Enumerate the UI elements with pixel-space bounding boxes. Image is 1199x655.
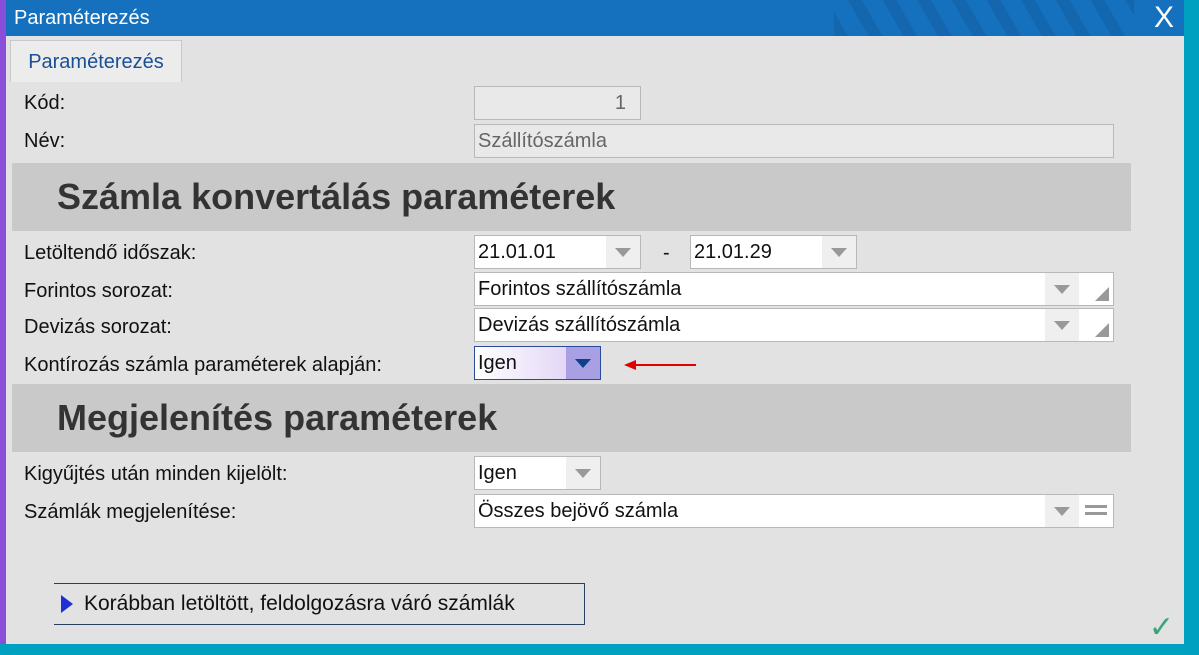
nev-field[interactable]: Szállítószámla — [474, 124, 1114, 158]
forint-dropdown[interactable]: Forintos szállítószámla — [474, 272, 1114, 306]
title-bar: Paraméterezés X — [6, 0, 1184, 36]
resize-icon[interactable] — [1095, 287, 1109, 301]
section-heading: Megjelenítés paraméterek — [12, 384, 1131, 452]
chevron-down-icon[interactable] — [606, 236, 640, 268]
expander-label: Korábban letöltött, feldolgozásra váró s… — [84, 592, 515, 615]
megjelenites-dropdown[interactable]: Összes bejövő számla — [474, 494, 1114, 528]
kigyujtes-value: Igen — [478, 462, 517, 484]
chevron-down-icon[interactable] — [1045, 273, 1079, 305]
period-label: Letöltendő időszak: — [24, 242, 197, 264]
nev-label: Név: — [24, 130, 66, 152]
megjelenites-value: Összes bejövő számla — [478, 500, 679, 522]
chevron-down-icon[interactable]: #kdd::after{} — [566, 347, 600, 379]
forint-label: Forintos sorozat: — [24, 280, 173, 302]
tab-parameterezes[interactable]: Paraméterezés — [10, 40, 182, 82]
window-title: Paraméterezés — [14, 7, 150, 29]
chevron-down-icon[interactable] — [566, 457, 600, 489]
kod-label: Kód: — [24, 92, 66, 114]
period-to-dropdown[interactable]: 21.01.29 — [690, 235, 857, 269]
kigyujtes-dropdown[interactable]: Igen — [474, 456, 601, 490]
chevron-down-icon[interactable] — [1045, 495, 1079, 527]
forint-value: Forintos szállítószámla — [478, 278, 682, 300]
megjelenites-label: Számlák megjelenítése: — [24, 501, 237, 523]
kontir-label: Kontírozás számla paraméterek alapján: — [24, 354, 382, 376]
period-from-value: 21.01.01 — [478, 241, 556, 263]
kod-field[interactable]: 1 — [474, 86, 641, 120]
deviza-label: Devizás sorozat: — [24, 316, 172, 338]
period-to-value: 21.01.29 — [694, 241, 772, 263]
kontir-dropdown[interactable]: Igen #kdd::after{} — [474, 346, 601, 380]
section-heading: Számla konvertálás paraméterek — [12, 163, 1131, 231]
dialog-window: Paraméterezés X Paraméterezés Kód: 1 Név… — [0, 0, 1184, 644]
resize-icon[interactable] — [1095, 323, 1109, 337]
deviza-dropdown[interactable]: Devizás szállítószámla — [474, 308, 1114, 342]
annotation-arrow-icon — [624, 360, 696, 370]
period-separator: - — [663, 242, 670, 264]
kontir-value: Igen — [478, 352, 517, 374]
kigyujtes-label: Kigyűjtés után minden kijelölt: — [24, 463, 288, 485]
expander-button[interactable]: Korábban letöltött, feldolgozásra váró s… — [54, 583, 585, 625]
ok-check-icon[interactable]: ✓ — [1149, 610, 1174, 645]
chevron-down-icon[interactable] — [1045, 309, 1079, 341]
menu-icon[interactable] — [1085, 505, 1107, 515]
chevron-down-icon[interactable] — [822, 236, 856, 268]
deviza-value: Devizás szállítószámla — [478, 314, 681, 336]
expand-triangle-icon — [61, 595, 73, 613]
period-from-dropdown[interactable]: 21.01.01 — [474, 235, 641, 269]
close-button[interactable]: X — [1154, 0, 1174, 36]
title-decoration — [834, 0, 1134, 36]
